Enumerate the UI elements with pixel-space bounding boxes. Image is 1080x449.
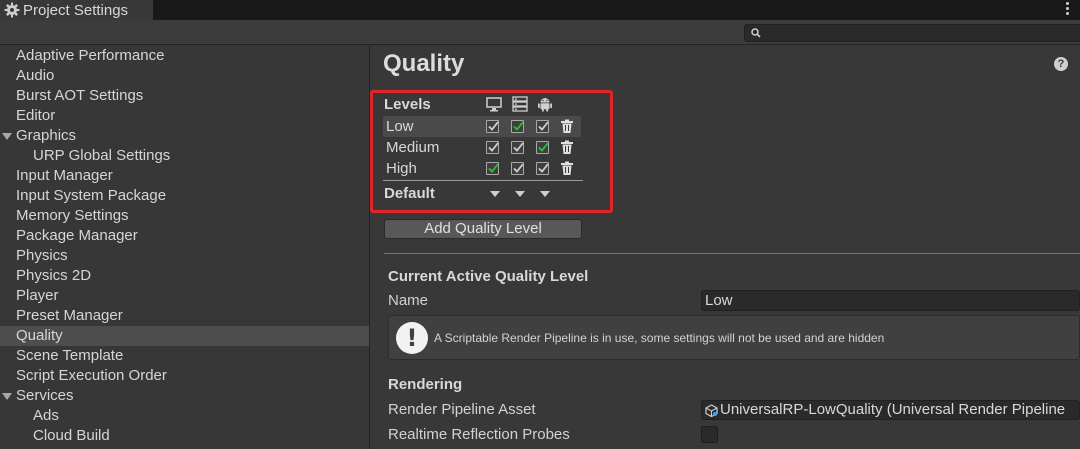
help-icon[interactable]: ? [1054,57,1068,71]
sidebar-item-graphics[interactable]: Graphics [0,126,369,146]
trash-icon[interactable] [560,140,574,155]
tab-title: Project Settings [23,1,129,19]
page-title: Quality [383,50,465,77]
current-level-section-title: Current Active Quality Level [388,268,589,285]
sidebar-item-input-manager[interactable]: Input Manager [0,166,369,186]
platform-checkbox[interactable] [536,162,549,175]
quality-level-row-high[interactable]: High [383,158,581,179]
sidebar-item-player[interactable]: Player [0,286,369,306]
trash-icon[interactable] [560,161,574,176]
pipeline-asset-icon [705,404,718,417]
search-icon [751,28,761,38]
platform-default-checkbox[interactable] [511,120,524,133]
realtime-reflection-probes-toggle[interactable] [701,426,718,443]
default-label: Default [384,185,435,202]
levels-header: Levels [384,96,431,113]
monitor-icon [486,97,502,112]
warning-text: A Scriptable Render Pipeline is in use, … [434,331,885,345]
sidebar-item-preset-manager[interactable]: Preset Manager [0,306,369,326]
sidebar-item-ads[interactable]: Ads [0,406,369,426]
sidebar-item-input-system-package[interactable]: Input System Package [0,186,369,206]
sidebar-item-urp-global-settings[interactable]: URP Global Settings [0,146,369,166]
default-dropdown-arrow-icon[interactable] [490,191,500,197]
sidebar-item-label: Services [16,387,74,404]
sidebar-item-services[interactable]: Services [0,386,369,406]
rendering-section-title: Rendering [388,376,463,393]
render-pipeline-asset-value: UniversalRP-LowQuality (Universal Render… [720,401,1066,418]
level-name: Medium [386,139,440,156]
srp-warning-box: ! A Scriptable Render Pipeline is in use… [388,315,1080,360]
sidebar-item-script-execution-order[interactable]: Script Execution Order [0,366,369,386]
sidebar-item-audio[interactable]: Audio [0,66,369,86]
warning-icon: ! [396,322,428,354]
sidebar-item-label: Graphics [16,127,77,144]
window-tab-bar: Project Settings [0,0,1080,20]
platform-checkbox[interactable] [486,141,499,154]
quality-level-row-medium[interactable]: Medium [383,137,581,158]
sidebar-item-physics[interactable]: Physics [0,246,369,266]
android-icon [538,98,552,112]
render-pipeline-asset-label: Render Pipeline Asset [388,401,536,418]
sidebar-item-burst-aot-settings[interactable]: Burst AOT Settings [0,86,369,106]
default-dropdown-arrow-icon[interactable] [515,191,525,197]
name-field[interactable]: Low [701,290,1080,311]
sidebar-item-package-manager[interactable]: Package Manager [0,226,369,246]
realtime-reflection-probes-label: Realtime Reflection Probes [388,426,570,443]
platform-checkbox[interactable] [486,120,499,133]
section-divider [384,253,1080,254]
quality-level-row-low[interactable]: Low [383,116,581,137]
expand-caret-icon[interactable] [2,393,12,400]
platform-default-checkbox[interactable] [536,141,549,154]
platform-default-checkbox[interactable] [486,162,499,175]
sidebar-item-scene-template[interactable]: Scene Template [0,346,369,366]
quality-settings-panel: Quality ? ⋮ Levels Low Medium [370,46,1080,449]
platform-checkbox[interactable] [511,162,524,175]
sidebar-item-cloud-build[interactable]: Cloud Build [0,426,369,446]
render-pipeline-asset-field[interactable]: UniversalRP-LowQuality (Universal Render… [701,400,1080,420]
toolbar [0,20,1080,45]
more-options-icon[interactable] [1066,2,1070,16]
sidebar-item-adaptive-performance[interactable]: Adaptive Performance [0,46,369,66]
name-label: Name [388,292,429,309]
server-icon [512,96,528,112]
levels-divider [383,180,583,181]
trash-icon[interactable] [560,119,574,134]
project-settings-tab[interactable]: Project Settings [0,0,153,20]
settings-menu-icon[interactable]: ⋮ [1075,53,1080,73]
default-dropdown-arrow-icon[interactable] [540,191,550,197]
sidebar-item-physics-2d[interactable]: Physics 2D [0,266,369,286]
platform-checkbox[interactable] [536,120,549,133]
level-name: High [386,160,417,177]
sidebar-item-memory-settings[interactable]: Memory Settings [0,206,369,226]
settings-sidebar: Adaptive Performance Audio Burst AOT Set… [0,46,370,449]
expand-caret-icon[interactable] [2,133,12,140]
platform-checkbox[interactable] [511,141,524,154]
gear-icon [4,2,20,18]
sidebar-item-quality[interactable]: Quality [0,326,369,346]
sidebar-item-editor[interactable]: Editor [0,106,369,126]
search-input[interactable] [744,24,1080,42]
level-name: Low [386,118,414,135]
add-quality-level-button[interactable]: Add Quality Level [384,219,582,239]
